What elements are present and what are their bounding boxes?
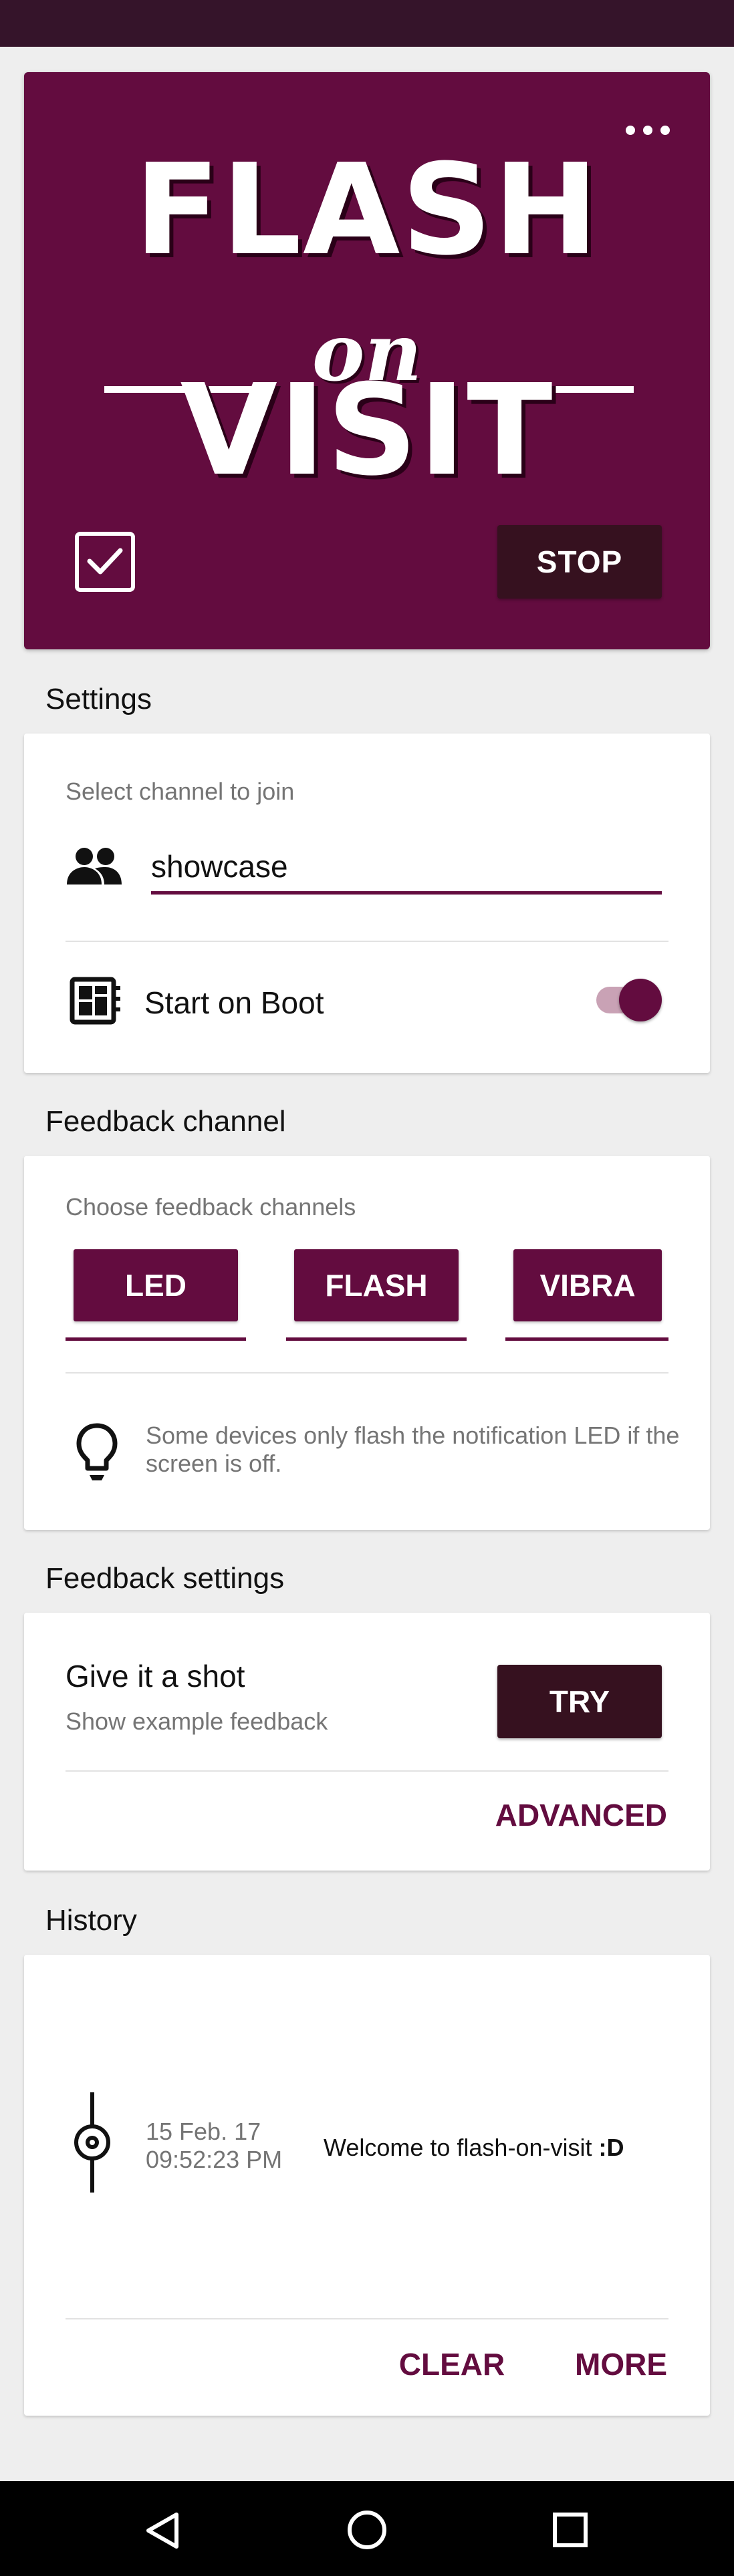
lightbulb-icon (75, 1422, 119, 1486)
give-it-a-shot-subtitle: Show example feedback (66, 1708, 328, 1735)
group-icon (66, 847, 123, 889)
flash-underline (286, 1337, 467, 1341)
toggle-thumb (619, 979, 662, 1021)
recents-icon[interactable] (552, 2512, 588, 2551)
channel-input-underline (151, 891, 662, 895)
led-button[interactable]: LED (74, 1249, 238, 1321)
history-entry-emphasis: :D (598, 2134, 624, 2161)
hero-banner: FLASH on VISIT STOP (24, 72, 710, 649)
led-underline (66, 1337, 246, 1341)
history-heading: History (45, 1904, 137, 1937)
checkbox-icon[interactable] (75, 532, 135, 592)
feedback-settings-divider (66, 1770, 668, 1772)
navigation-bar (0, 2481, 734, 2576)
start-on-boot-label: Start on Boot (144, 985, 324, 1020)
flash-button[interactable]: FLASH (294, 1249, 459, 1321)
home-icon[interactable] (346, 2509, 388, 2554)
logo-flash-text: FLASH (134, 137, 600, 283)
start-on-boot-toggle[interactable] (596, 977, 663, 1023)
channel-input[interactable]: showcase (151, 848, 288, 884)
channel-caption: Select channel to join (66, 778, 295, 805)
led-hint-text: Some devices only flash the notification… (146, 1422, 680, 1477)
history-divider (66, 2318, 668, 2319)
history-entry-time: 09:52:23 PM (146, 2146, 283, 2173)
history-entry-date: 15 Feb. 17 (146, 2118, 261, 2145)
vibra-underline (505, 1337, 668, 1341)
clear-button[interactable]: CLEAR (385, 2346, 519, 2382)
feedback-channel-caption: Choose feedback channels (66, 1193, 356, 1221)
feedback-channel-card: Choose feedback channels LED FLASH VIBRA… (24, 1156, 710, 1530)
give-it-a-shot-title: Give it a shot (66, 1659, 245, 1694)
history-card: 15 Feb. 17 09:52:23 PM Welcome to flash-… (24, 1955, 710, 2416)
back-icon[interactable] (143, 2511, 183, 2554)
stop-button[interactable]: STOP (497, 525, 662, 599)
feedback-settings-card: Give it a shot Show example feedback TRY… (24, 1613, 710, 1871)
more-button[interactable]: MORE (547, 2346, 667, 2382)
settings-card: Select channel to join showcase Start on… (24, 734, 710, 1073)
advanced-button[interactable]: ADVANCED (487, 1797, 667, 1833)
settings-divider (66, 941, 668, 942)
history-node-icon (72, 2092, 112, 2196)
vibra-button[interactable]: VIBRA (513, 1249, 662, 1321)
try-button[interactable]: TRY (497, 1665, 662, 1738)
logo-visit-text: VISIT (180, 357, 554, 504)
settings-heading: Settings (45, 683, 152, 715)
history-entry-message: Welcome to flash-on-visit :D (324, 2134, 624, 2161)
feedback-channel-divider (66, 1372, 668, 1374)
feedback-settings-heading: Feedback settings (45, 1562, 285, 1595)
feedback-channel-heading: Feedback channel (45, 1105, 286, 1138)
more-options-icon[interactable] (626, 126, 670, 135)
boot-chip-icon (68, 977, 122, 1028)
status-bar (0, 0, 734, 47)
